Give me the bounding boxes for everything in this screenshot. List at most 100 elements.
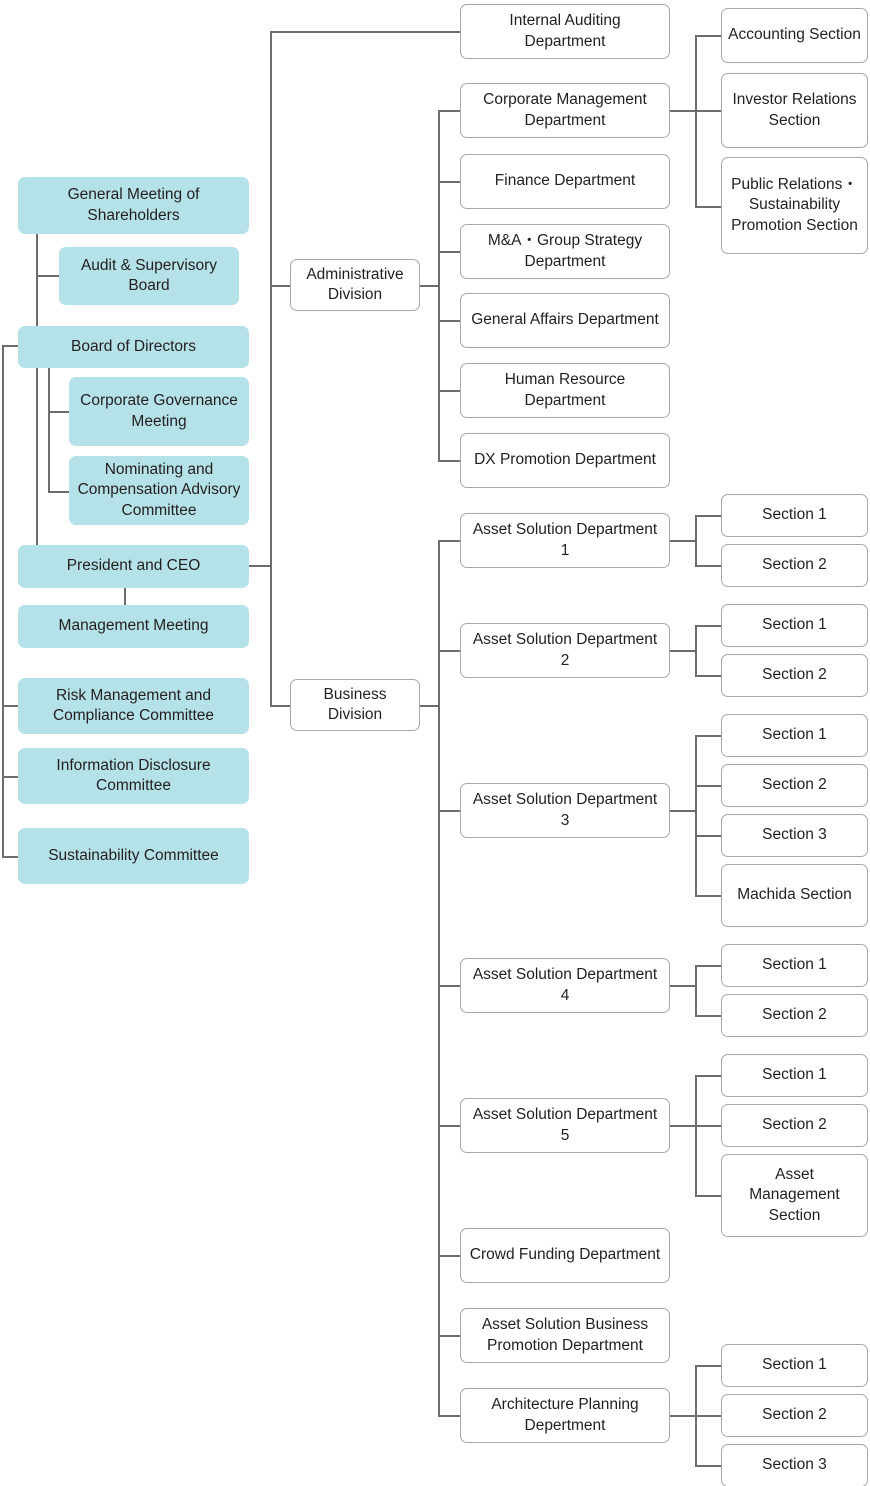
connector-as4-out xyxy=(669,985,697,987)
connector-president-to-division-trunk xyxy=(249,565,272,567)
node-as1-section-1[interactable]: Section 1 xyxy=(721,494,868,537)
connector-as4-trunk xyxy=(695,965,697,1017)
connector-bus-to-as1 xyxy=(438,540,460,542)
connector-as1-out xyxy=(669,540,697,542)
node-public-relations-sustainability-promotion-section[interactable]: Public Relations・Sustainability Promotio… xyxy=(721,157,868,254)
node-as3-section-3[interactable]: Section 3 xyxy=(721,814,868,857)
node-architecture-planning-department[interactable]: Architecture Planning Depertment xyxy=(460,1388,670,1443)
connector-adm-to-corporate-management xyxy=(438,110,460,112)
node-as5-asset-management-section[interactable]: Asset Management Section xyxy=(721,1154,868,1237)
node-as2-section-1[interactable]: Section 1 xyxy=(721,604,868,647)
connector-board-to-corporate-governance xyxy=(48,411,70,413)
connector-as1-to-s2 xyxy=(695,565,721,567)
connector-as4-to-s1 xyxy=(695,965,721,967)
node-president-and-ceo[interactable]: President and CEO xyxy=(18,545,249,588)
node-as4-section-1[interactable]: Section 1 xyxy=(721,944,868,987)
connector-bus-to-as5 xyxy=(438,1125,460,1127)
node-as5-section-1[interactable]: Section 1 xyxy=(721,1054,868,1097)
node-corporate-management-department[interactable]: Corporate Management Department xyxy=(460,83,670,138)
node-as4-section-2[interactable]: Section 2 xyxy=(721,994,868,1037)
connector-administrative-trunk xyxy=(438,110,440,461)
connector-cm-to-investor-relations xyxy=(695,110,721,112)
node-risk-management-compliance-committee[interactable]: Risk Management and Compliance Committee xyxy=(18,678,249,734)
node-information-disclosure-committee[interactable]: Information Disclosure Committee xyxy=(18,748,249,804)
connector-bus-to-as3 xyxy=(438,810,460,812)
connector-president-to-management-meeting xyxy=(124,588,126,606)
connector-board-to-nominating xyxy=(48,491,70,493)
node-business-division[interactable]: Business Division xyxy=(290,679,420,731)
connector-as5-to-s1 xyxy=(695,1075,721,1077)
node-board-of-directors[interactable]: Board of Directors xyxy=(18,326,249,368)
connector-business-trunk xyxy=(438,540,440,1416)
node-asset-solution-department-2[interactable]: Asset Solution Department 2 xyxy=(460,623,670,678)
connector-ap-to-s3 xyxy=(695,1465,721,1467)
connector-corporate-management-trunk xyxy=(695,35,697,207)
connector-as2-to-s2 xyxy=(695,675,721,677)
connector-as3-to-s2 xyxy=(695,785,721,787)
node-as3-section-1[interactable]: Section 1 xyxy=(721,714,868,757)
connector-business-out xyxy=(419,705,440,707)
connector-adm-to-ma-group xyxy=(438,251,460,253)
connector-as5-to-s2 xyxy=(695,1125,721,1127)
connector-as1-to-s1 xyxy=(695,515,721,517)
connector-ap-to-s2 xyxy=(695,1415,721,1417)
connector-adm-to-general-affairs xyxy=(438,320,460,322)
node-general-meeting-of-shareholders[interactable]: General Meeting of Shareholders xyxy=(18,177,249,234)
connector-bus-to-as2 xyxy=(438,650,460,652)
connector-as2-to-s1 xyxy=(695,625,721,627)
node-asset-solution-business-promotion-department[interactable]: Asset Solution Business Promotion Depart… xyxy=(460,1308,670,1363)
node-as3-section-2[interactable]: Section 2 xyxy=(721,764,868,807)
node-asset-solution-department-5[interactable]: Asset Solution Department 5 xyxy=(460,1098,670,1153)
node-management-meeting[interactable]: Management Meeting xyxy=(18,605,249,648)
node-dx-promotion-department[interactable]: DX Promotion Department xyxy=(460,433,670,488)
connector-as3-to-s1 xyxy=(695,735,721,737)
connector-ap-to-s1 xyxy=(695,1365,721,1367)
node-ap-section-1[interactable]: Section 1 xyxy=(721,1344,868,1387)
node-general-affairs-department[interactable]: General Affairs Department xyxy=(460,293,670,348)
node-as5-section-2[interactable]: Section 2 xyxy=(721,1104,868,1147)
node-crowd-funding-department[interactable]: Crowd Funding Department xyxy=(460,1228,670,1283)
node-ap-section-3[interactable]: Section 3 xyxy=(721,1444,868,1486)
connector-as2-trunk xyxy=(695,625,697,677)
connector-administrative-out xyxy=(419,285,440,287)
node-sustainability-committee[interactable]: Sustainability Committee xyxy=(18,828,249,884)
connector-adm-to-dx-promotion xyxy=(438,460,460,462)
connector-trunk-to-administrative xyxy=(270,285,290,287)
connector-as3-to-s3 xyxy=(695,835,721,837)
node-nominating-compensation-advisory-committee[interactable]: Nominating and Compensation Advisory Com… xyxy=(69,456,249,525)
connector-left-trunk xyxy=(2,345,4,857)
node-asset-solution-department-1[interactable]: Asset Solution Department 1 xyxy=(460,513,670,568)
connector-as3-trunk xyxy=(695,735,697,896)
connector-as5-to-asset-management xyxy=(695,1195,721,1197)
connector-cm-to-public-relations xyxy=(695,206,721,208)
connector-as1-trunk xyxy=(695,515,697,567)
node-corporate-governance-meeting[interactable]: Corporate Governance Meeting xyxy=(69,377,249,446)
connector-as4-to-s2 xyxy=(695,1015,721,1017)
node-internal-auditing-department[interactable]: Internal Auditing Department xyxy=(460,4,670,59)
connector-architecture-out xyxy=(669,1415,697,1417)
connector-as5-out xyxy=(669,1125,697,1127)
connector-as5-trunk xyxy=(695,1075,697,1195)
node-accounting-section[interactable]: Accounting Section xyxy=(721,8,868,63)
node-finance-department[interactable]: Finance Department xyxy=(460,154,670,209)
node-investor-relations-section[interactable]: Investor Relations Section xyxy=(721,73,868,148)
connector-division-trunk xyxy=(270,31,272,707)
connector-adm-to-finance xyxy=(438,181,460,183)
connector-adm-to-human-resource xyxy=(438,390,460,392)
connector-bus-to-asbp xyxy=(438,1335,460,1337)
node-audit-supervisory-board[interactable]: Audit & Supervisory Board xyxy=(59,247,239,305)
node-ma-group-strategy-department[interactable]: M&A・Group Strategy Department xyxy=(460,224,670,279)
connector-as3-out xyxy=(669,810,697,812)
org-chart: General Meeting of Shareholders Audit & … xyxy=(0,0,870,1486)
node-human-resource-department[interactable]: Human Resource Department xyxy=(460,363,670,418)
connector-gm-to-audit xyxy=(36,275,60,277)
node-administrative-division[interactable]: Administrative Division xyxy=(290,259,420,311)
node-asset-solution-department-4[interactable]: Asset Solution Department 4 xyxy=(460,958,670,1013)
node-ap-section-2[interactable]: Section 2 xyxy=(721,1394,868,1437)
connector-board-to-president xyxy=(36,368,38,566)
connector-bus-to-crowd-funding xyxy=(438,1255,460,1257)
node-as1-section-2[interactable]: Section 2 xyxy=(721,544,868,587)
node-as3-machida-section[interactable]: Machida Section xyxy=(721,864,868,927)
node-asset-solution-department-3[interactable]: Asset Solution Department 3 xyxy=(460,783,670,838)
node-as2-section-2[interactable]: Section 2 xyxy=(721,654,868,697)
